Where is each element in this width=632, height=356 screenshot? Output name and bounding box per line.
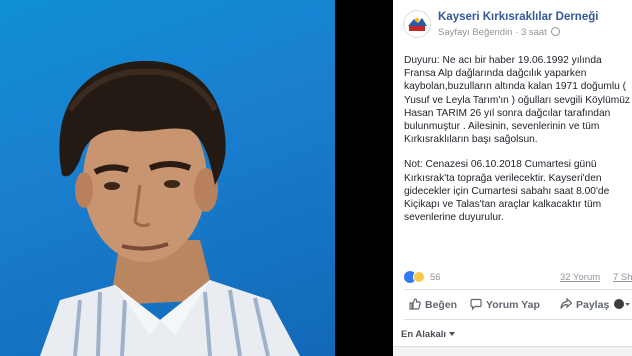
post-as-selector[interactable]: [614, 298, 632, 311]
divider: [404, 289, 632, 290]
post-panel: Kayseri Kırkısraklılar Derneği Sayfayı B…: [393, 0, 632, 356]
post-paragraph: Duyuru: Ne acı bir haber 19.06.1992 yılı…: [404, 55, 630, 146]
like-button-label: Beğen: [425, 299, 458, 311]
lightbox-background: [335, 0, 393, 356]
profile-dropdown-icon: [614, 299, 630, 309]
comment-sort-dropdown[interactable]: En Alakalı: [401, 329, 456, 340]
comment-sort-label: En Alakalı: [401, 329, 447, 340]
comment-button[interactable]: Yorum Yap: [470, 298, 540, 311]
post-meta: Sayfayı Beğendin · 3 saat: [438, 27, 561, 38]
share-button[interactable]: Paylaş: [560, 298, 609, 311]
share-button-label: Paylaş: [576, 299, 610, 311]
post-text: Duyuru: Ne acı bir haber 19.06.1992 yılı…: [404, 54, 632, 236]
post-time[interactable]: 3 saat: [521, 27, 547, 38]
comment-button-label: Yorum Yap: [486, 299, 540, 311]
divider: [404, 319, 632, 320]
comments-area: [393, 346, 632, 356]
thumbs-up-icon: [409, 298, 421, 310]
like-button[interactable]: Beğen: [409, 298, 457, 311]
comment-icon: [470, 298, 482, 310]
sad-reaction-icon[interactable]: [413, 271, 425, 283]
share-icon: [560, 298, 572, 309]
comments-count-link[interactable]: 32 Yorum: [560, 272, 600, 283]
post-actions: Beğen Yorum Yap Paylaş: [404, 294, 632, 316]
page-name-link[interactable]: Kayseri Kırkısraklılar Derneği: [438, 11, 598, 23]
shares-count-link[interactable]: 7 Shares: [613, 272, 632, 283]
globe-icon: [551, 27, 561, 36]
reaction-count[interactable]: 56: [430, 272, 441, 283]
chevron-down-icon: [449, 332, 456, 336]
page-avatar[interactable]: [403, 10, 431, 38]
liked-page-label: Sayfayı Beğendin: [438, 27, 513, 38]
post-paragraph: Not: Cenazesi 06.10.2018 Cumartesi günü …: [404, 159, 610, 224]
portrait-image: [40, 60, 300, 356]
page-logo-icon: [405, 12, 429, 36]
post-photo[interactable]: [0, 0, 335, 356]
post-stats: 56 32 Yorum 7 Shares: [404, 271, 632, 285]
post-header: Kayseri Kırkısraklılar Derneği Sayfayı B…: [403, 10, 632, 42]
